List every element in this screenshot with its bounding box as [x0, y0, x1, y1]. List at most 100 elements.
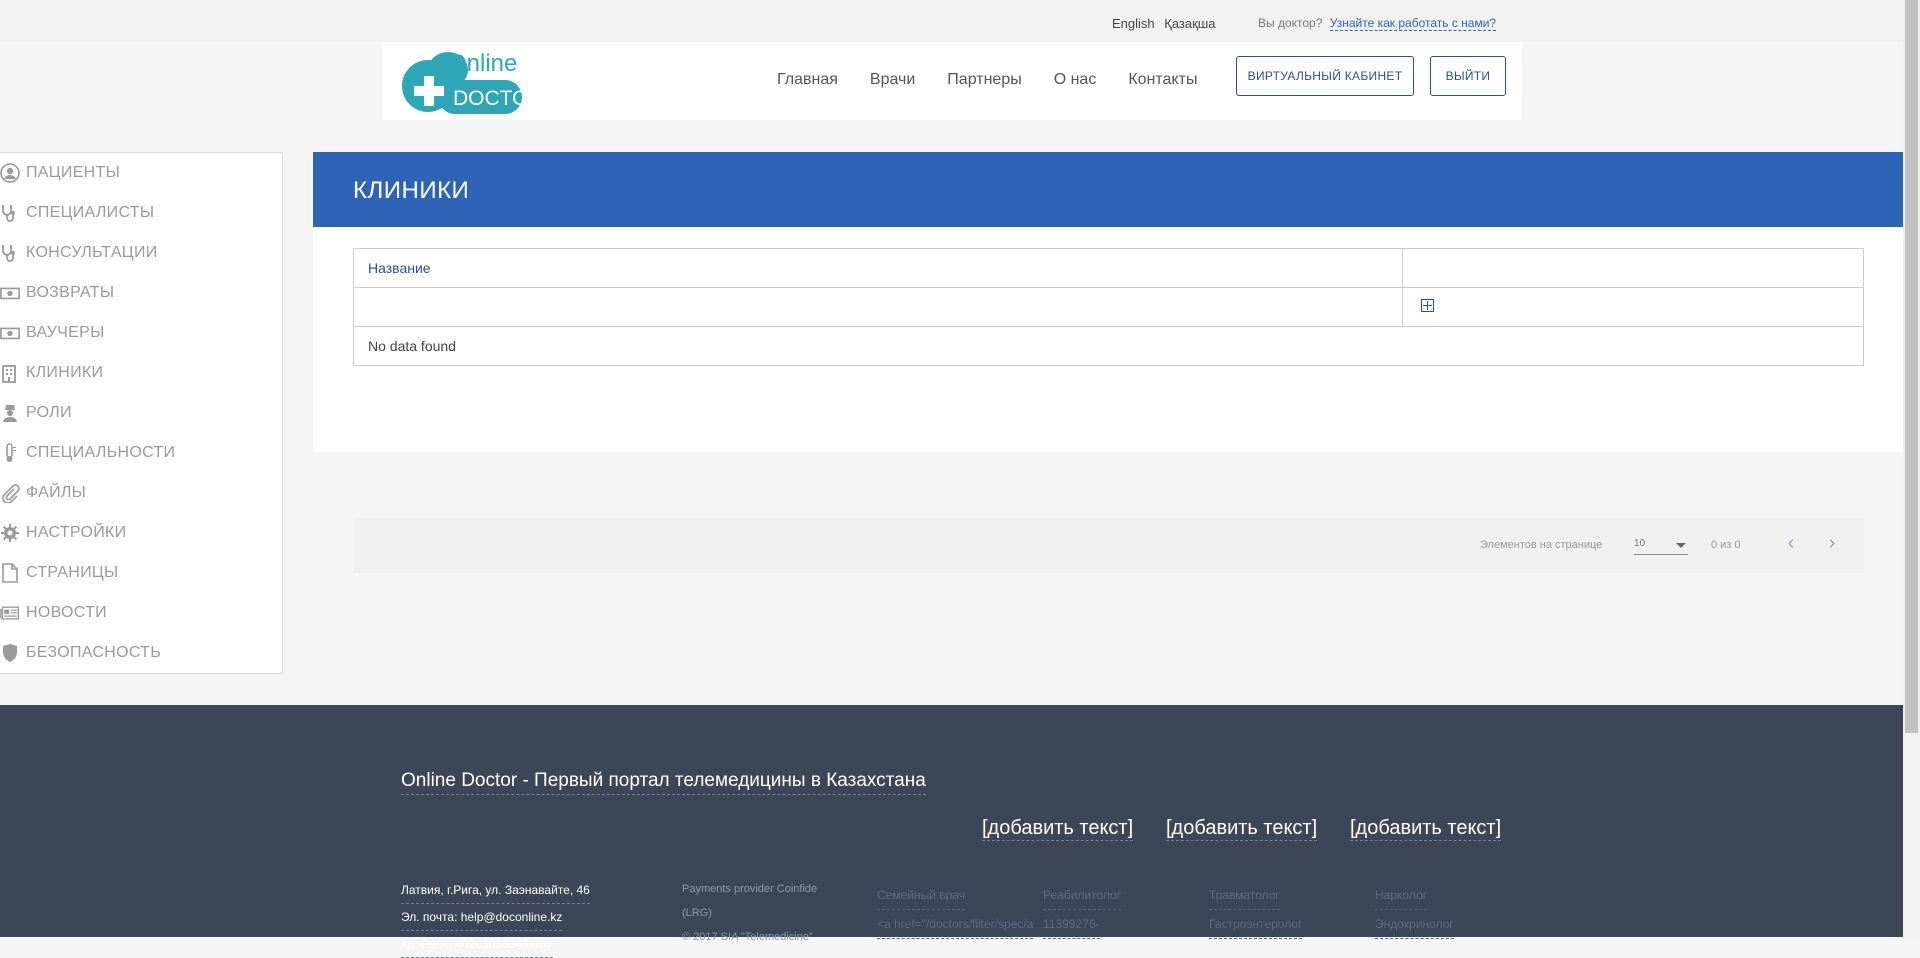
chevron-left-icon: ‹: [1787, 532, 1795, 554]
page-range: 0 из 0: [1711, 539, 1741, 551]
footer-link[interactable]: Травматолог: [1209, 881, 1280, 910]
sidebar-item-label: СТРАНИЦЫ: [26, 564, 119, 581]
logo-online-text: Online: [448, 50, 517, 77]
previous-page-button[interactable]: ‹: [1781, 532, 1801, 556]
sidebar-item-roles[interactable]: РОЛИ: [0, 401, 72, 425]
sidebar-item-news[interactable]: НОВОСТИ: [0, 601, 107, 625]
sidebar-item-settings[interactable]: НАСТРОЙКИ: [0, 521, 126, 545]
table-filter-row: [353, 287, 1864, 327]
user-secret-icon: [3, 405, 17, 422]
footer-links-col2: Реабилитолог 11399276-: [1043, 881, 1122, 939]
footer-link[interactable]: Гастроэнтеролог: [1209, 910, 1303, 939]
per-page-label: Элементов на странице: [1480, 539, 1603, 551]
footer-add-text-3[interactable]: [добавить текст]: [1350, 817, 1502, 841]
sidebar-item-vouchers[interactable]: ВАУЧЕРЫ: [0, 321, 105, 345]
sidebar-item-clinics[interactable]: КЛИНИКИ: [0, 361, 103, 385]
paperclip-icon: [2, 484, 20, 503]
footer-contacts: Латвия, г.Рига, ул. Заэнавайте, 46 Эл. п…: [401, 877, 590, 958]
footer-links-col4: Нарколог Эндокринолог: [1375, 881, 1454, 939]
main-nav: Главная Врачи Партнеры О нас Контакты: [777, 71, 1229, 89]
footer-link[interactable]: 11399276-: [1043, 910, 1100, 939]
sidebar-item-label: РОЛИ: [26, 404, 72, 421]
chevron-down-icon: [1676, 543, 1686, 548]
nav-partners[interactable]: Партнеры: [947, 71, 1021, 89]
page-scrollbar[interactable]: [1903, 0, 1920, 937]
footer-link[interactable]: Семейный врач: [877, 881, 965, 910]
hospital-icon: [2, 365, 16, 383]
lang-kazakh-link[interactable]: Қазақша: [1164, 16, 1215, 31]
footer-payments-provider: Payments provider Coinfide: [682, 883, 818, 895]
shield-icon: [3, 644, 17, 662]
sidebar-item-label: КОНСУЛЬТАЦИИ: [26, 244, 158, 261]
next-page-button[interactable]: ›: [1822, 532, 1842, 556]
scrollbar-thumb[interactable]: [1905, 0, 1918, 733]
footer-title[interactable]: Online Doctor - Первый портал телемедици…: [401, 770, 926, 795]
nav-doctors[interactable]: Врачи: [870, 71, 915, 89]
footer-copyright: © 2017 SIA "Telemedicine": [682, 931, 813, 943]
logo-doctor-text: DOCTOR: [453, 87, 526, 110]
filter-cell[interactable]: [353, 287, 1403, 327]
empty-message: No data found: [353, 326, 1864, 366]
footer-reg: <p>Рег.н. 40203066346</p>: [401, 931, 553, 958]
clinics-table: Название No data found: [353, 248, 1864, 366]
sidebar-item-files[interactable]: ФАЙЛЫ: [0, 481, 86, 505]
footer-payments: Payments provider Coinfide (LRG) © 2017 …: [682, 877, 817, 949]
doctor-question: Вы доктор?: [1258, 16, 1323, 30]
sidebar-item-label: ВОЗВРАТЫ: [26, 284, 115, 301]
footer-link[interactable]: <a href="/doctors/filter/spec/a: [877, 910, 1034, 939]
footer-link[interactable]: Нарколог: [1375, 881, 1427, 910]
gear-icon: [1, 524, 19, 542]
add-cell: [1402, 287, 1864, 327]
chevron-right-icon: ›: [1828, 532, 1836, 554]
footer-email[interactable]: Эл. почта: help@doconline.kz: [401, 904, 563, 931]
sidebar-item-security[interactable]: БЕЗОПАСНОСТЬ: [0, 641, 161, 665]
nav-home[interactable]: Главная: [777, 71, 838, 89]
nav-about[interactable]: О нас: [1054, 71, 1097, 89]
footer-links-col3: Травматолог Гастроэнтеролог: [1209, 881, 1303, 939]
lang-english-link[interactable]: English: [1112, 16, 1155, 31]
sidebar-item-label: ФАЙЛЫ: [26, 484, 87, 501]
stethoscope-icon: [2, 245, 15, 262]
panel-header: КЛИНИКИ: [313, 152, 1903, 227]
money-icon: [0, 287, 20, 300]
virtual-cabinet-button[interactable]: ВИРТУАЛЬНЫЙ КАБИНЕТ: [1236, 56, 1414, 96]
money-icon: [0, 327, 20, 340]
site-header: Online DOCTOR Главная Врачи Партнеры О н…: [382, 42, 1522, 120]
language-switcher: English Қазақша: [1112, 16, 1221, 31]
admin-sidebar: ПАЦИЕНТЫ СПЕЦИАЛИСТЫ КОНСУЛЬТАЦИИ ВОЗВРА…: [0, 152, 283, 674]
sidebar-item-refunds[interactable]: ВОЗВРАТЫ: [0, 281, 114, 305]
footer-payments-sub: (LRG): [682, 907, 712, 919]
sidebar-item-label: БЕЗОПАСНОСТЬ: [26, 644, 162, 661]
table-header-row: Название: [353, 248, 1864, 288]
per-page-select[interactable]: 10: [1634, 538, 1688, 555]
online-doctor-logo[interactable]: Online DOCTOR: [396, 46, 544, 118]
footer-link[interactable]: Реабилитолог: [1043, 881, 1122, 910]
sidebar-item-label: СПЕЦИАЛИСТЫ: [26, 204, 155, 221]
sidebar-item-label: ВАУЧЕРЫ: [26, 324, 105, 341]
nav-contacts[interactable]: Контакты: [1128, 71, 1197, 89]
site-footer: Online Doctor - Первый портал телемедици…: [0, 705, 1903, 958]
footer-add-text-1[interactable]: [добавить текст]: [982, 817, 1134, 841]
sidebar-item-pages[interactable]: СТРАНИЦЫ: [0, 561, 119, 585]
sidebar-item-specialties[interactable]: СПЕЦИАЛЬНОСТИ: [0, 441, 175, 465]
page-title: КЛИНИКИ: [353, 177, 470, 204]
sidebar-item-label: НОВОСТИ: [26, 604, 107, 621]
sidebar-item-patients[interactable]: ПАЦИЕНТЫ: [0, 161, 120, 185]
table-row: No data found: [353, 326, 1864, 366]
logout-button[interactable]: ВЫЙТИ: [1430, 56, 1506, 96]
sidebar-item-consultations[interactable]: КОНСУЛЬТАЦИИ: [0, 241, 158, 265]
sidebar-item-label: НАСТРОЙКИ: [26, 524, 127, 541]
footer-address: Латвия, г.Рига, ул. Заэнавайте, 46: [401, 877, 590, 904]
per-page-value: 10: [1634, 538, 1646, 549]
footer-link[interactable]: Эндокринолог: [1375, 910, 1454, 939]
sidebar-item-specialists[interactable]: СПЕЦИАЛИСТЫ: [0, 201, 154, 225]
footer-add-text-2[interactable]: [добавить текст]: [1166, 817, 1318, 841]
top-utility-bar: English Қазақша Вы доктор? Узнайте как р…: [0, 0, 1903, 42]
user-circle-icon: [0, 163, 20, 183]
thermometer-icon: [6, 443, 16, 462]
doctor-info-link[interactable]: Узнайте как работать с нами?: [1329, 16, 1497, 31]
add-row-icon[interactable]: [1421, 299, 1434, 312]
sidebar-item-label: КЛИНИКИ: [26, 364, 104, 381]
sidebar-item-label: СПЕЦИАЛЬНОСТИ: [26, 444, 176, 461]
column-header-name[interactable]: Название: [353, 248, 1403, 288]
